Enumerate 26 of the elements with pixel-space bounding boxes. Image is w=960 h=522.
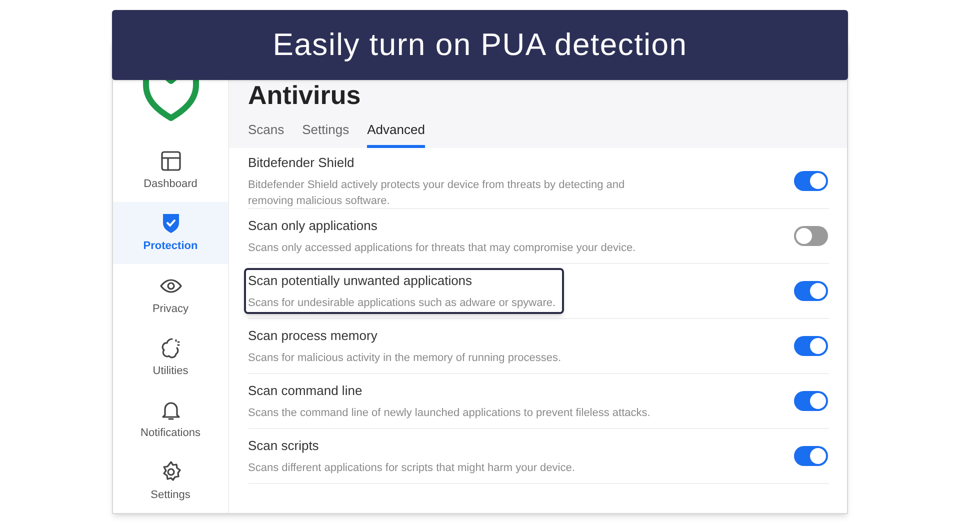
setting-title: Scan command line	[248, 382, 364, 400]
setting-title: Scan only applications	[248, 217, 378, 236]
toggle-switch[interactable]	[794, 281, 828, 301]
toggle-switch[interactable]	[794, 171, 828, 191]
setting-title: Bitdefender Shield	[248, 154, 356, 172]
setting-description: Scans for malicious activity in the memory of running processes.	[248, 350, 562, 366]
setting-description: Scans only accessed applications for threats that may compromise your device.	[248, 240, 636, 256]
setting-description: Scans the command line of newly launched applications to prevent fileless attacks.	[248, 406, 650, 421]
toggle-switch[interactable]	[794, 391, 828, 411]
layout-icon	[158, 149, 182, 174]
setting-title: Scan potentially unwanted applications	[248, 272, 474, 290]
tab[interactable]: Scans	[248, 120, 284, 148]
toggle-switch[interactable]	[794, 336, 828, 356]
nav-item[interactable]: Settings	[113, 450, 228, 513]
page-title: Antivirus	[248, 80, 362, 110]
banner-title: Easily turn on PUA detection	[272, 26, 688, 64]
setting-title: Scan scripts	[248, 437, 320, 456]
tab[interactable]: Advanced	[367, 120, 425, 148]
toggle-switch[interactable]	[794, 226, 828, 246]
setting-description: Scans for undesirable applications such as adware or spyware.	[248, 296, 556, 311]
toggle-switch[interactable]	[794, 446, 828, 466]
setting-title: Scan process memory	[248, 327, 378, 346]
setting-description: Scans different applications for scripts that might harm your device.	[248, 460, 575, 476]
nav-item[interactable]: Protection	[113, 202, 228, 264]
tab[interactable]: Settings	[302, 120, 350, 148]
setting-description: Bitdefender Shield actively protects your device from threats by detecting and removing malicious software.	[248, 178, 626, 209]
